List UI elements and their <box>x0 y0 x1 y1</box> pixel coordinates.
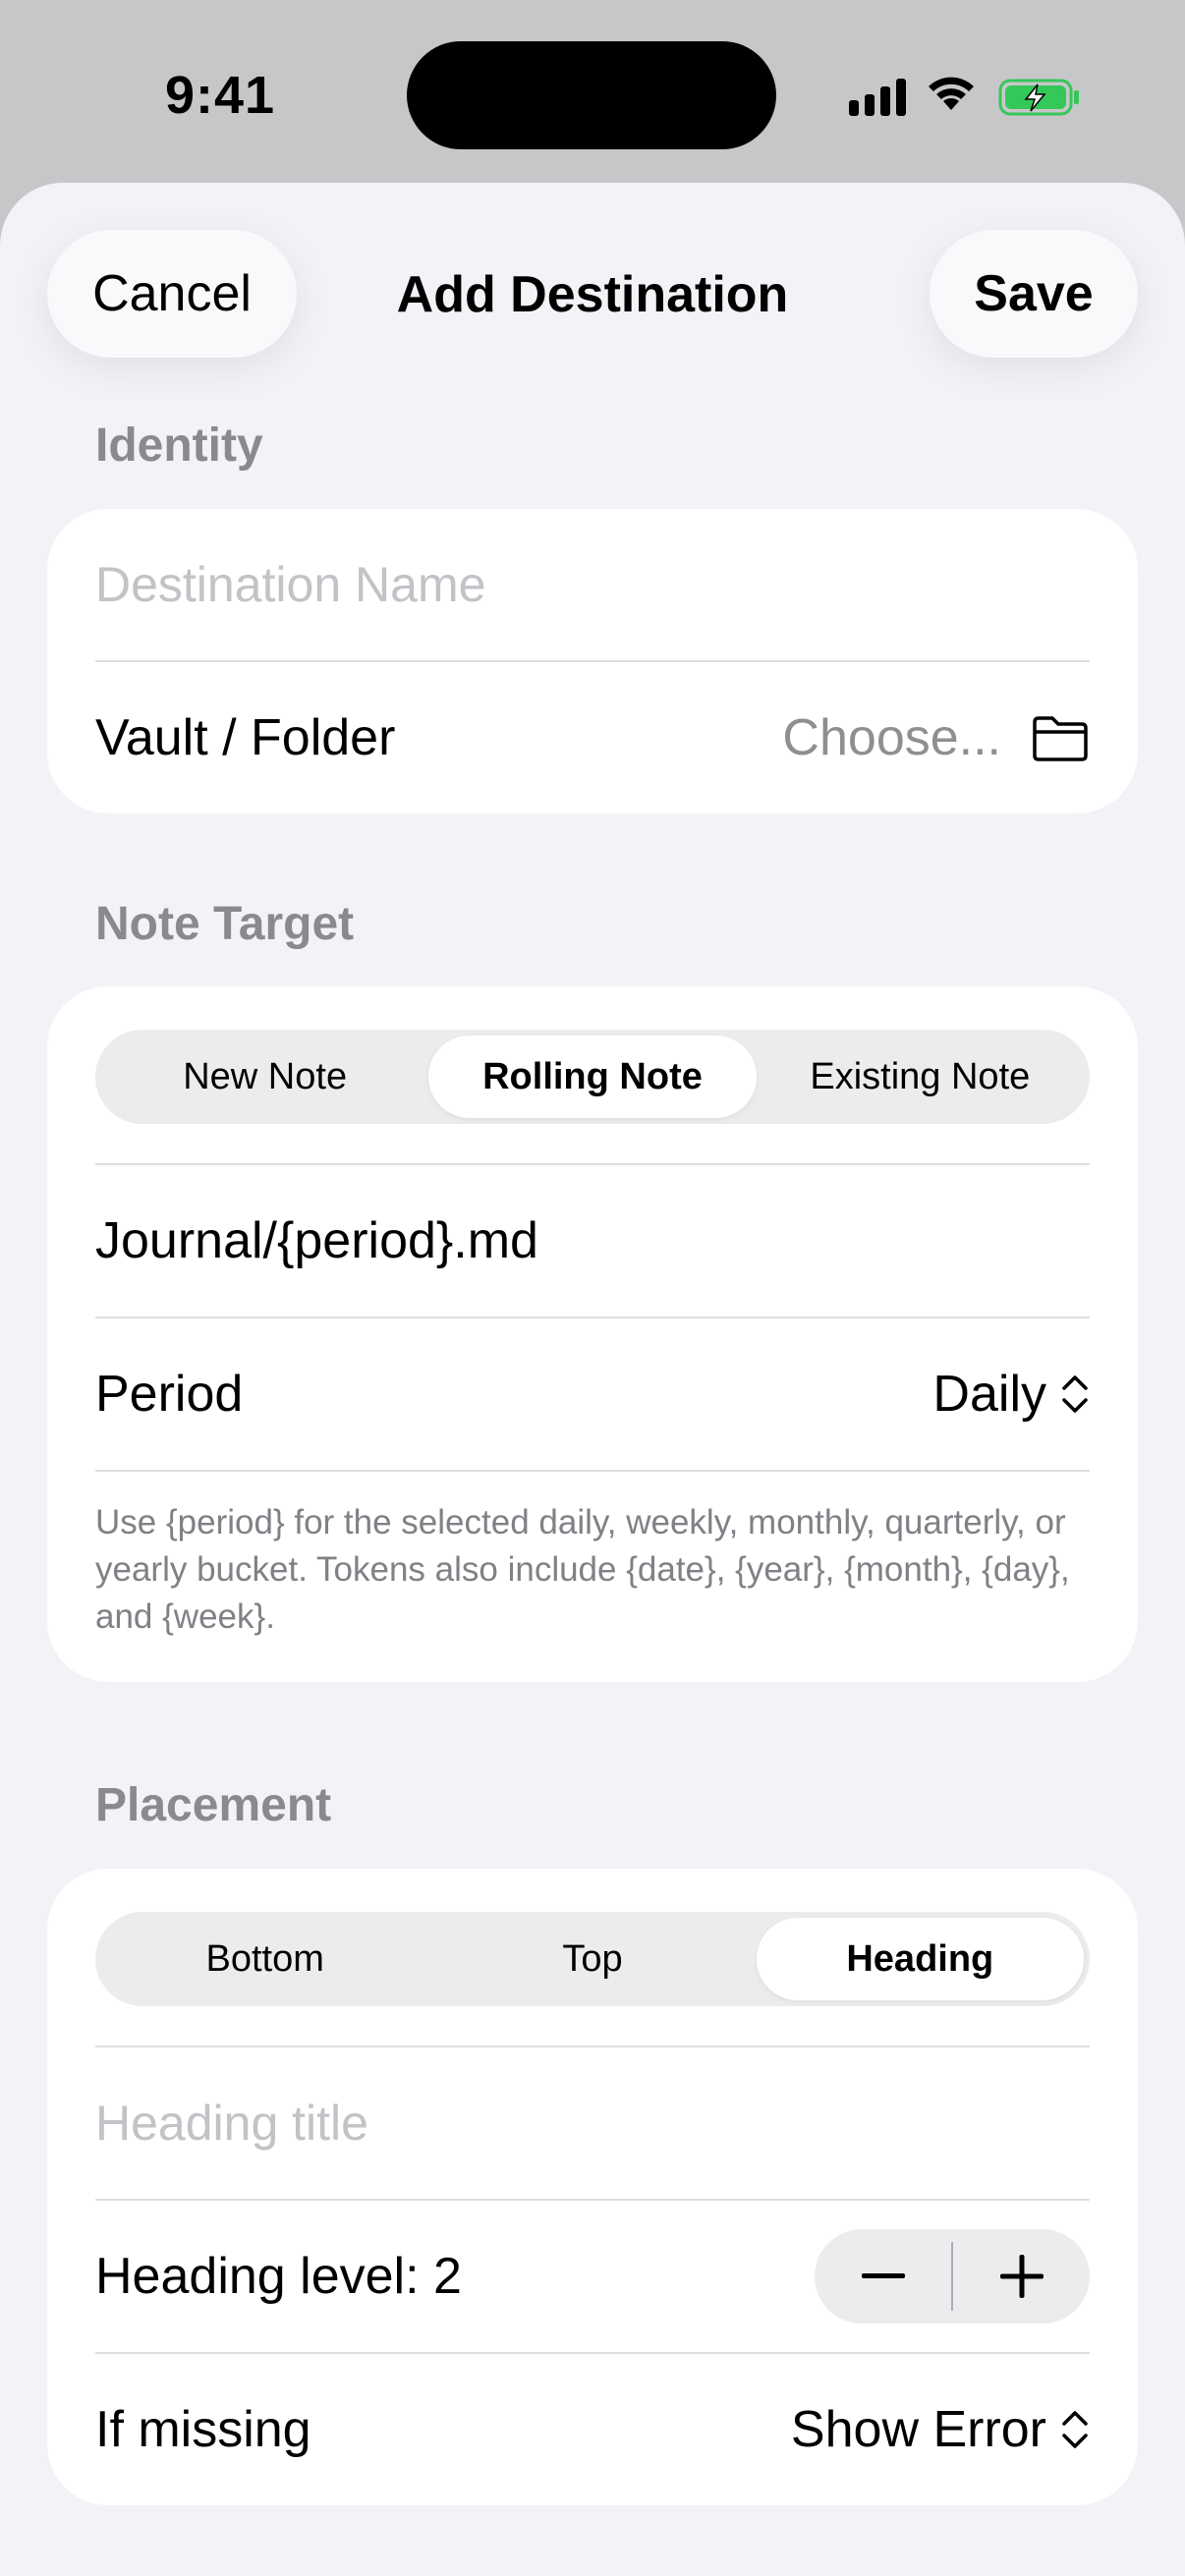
add-destination-sheet: Cancel Add Destination Save Identity Des… <box>0 183 1185 2576</box>
period-picker-row[interactable]: Period Daily <box>95 1318 1090 1470</box>
section-header-note-target: Note Target <box>95 898 355 950</box>
heading-level-stepper <box>815 2229 1090 2324</box>
note-path-value: Journal/{period}.md <box>95 1212 538 1269</box>
chevron-up-down-icon <box>1062 1375 1088 1413</box>
wifi-icon <box>929 77 974 110</box>
if-missing-value: Show Error <box>790 2401 1046 2458</box>
heading-title-field[interactable]: Heading title <box>95 2047 1090 2199</box>
if-missing-picker-row[interactable]: If missing Show Error <box>95 2354 1090 2505</box>
minus-icon <box>861 2273 905 2278</box>
segment-rolling-note[interactable]: Rolling Note <box>428 1036 757 1118</box>
section-header-identity: Identity <box>95 420 263 472</box>
vault-folder-value: Choose... <box>782 709 1001 766</box>
note-path-field[interactable]: Journal/{period}.md <box>95 1165 1090 1316</box>
section-header-placement: Placement <box>95 1779 332 1831</box>
cellular-signal-icon <box>849 77 908 116</box>
segment-existing-note[interactable]: Existing Note <box>757 1036 1084 1118</box>
segment-bottom[interactable]: Bottom <box>101 1918 428 2000</box>
identity-card: Destination Name Vault / Folder Choose..… <box>47 509 1138 813</box>
destination-name-placeholder: Destination Name <box>95 557 486 612</box>
save-button[interactable]: Save <box>930 230 1138 358</box>
plus-icon <box>999 2255 1044 2298</box>
heading-level-label: Heading level: 2 <box>95 2248 462 2305</box>
segment-top[interactable]: Top <box>428 1918 756 2000</box>
segment-heading[interactable]: Heading <box>756 1918 1084 2000</box>
vault-folder-row[interactable]: Vault / Folder Choose... <box>95 662 1090 813</box>
dynamic-island <box>407 41 776 149</box>
heading-title-placeholder: Heading title <box>95 2096 368 2151</box>
status-time: 9:41 <box>165 66 276 125</box>
period-label: Period <box>95 1366 244 1423</box>
segment-new-note[interactable]: New Note <box>101 1036 428 1118</box>
decrement-button[interactable] <box>815 2229 951 2324</box>
chevron-up-down-icon <box>1062 2411 1088 2448</box>
note-target-card: New Note Rolling Note Existing Note Jour… <box>47 986 1138 1682</box>
folder-icon[interactable] <box>1031 714 1090 761</box>
increment-button[interactable] <box>953 2229 1090 2324</box>
period-value: Daily <box>932 1366 1046 1423</box>
battery-charging-icon <box>998 79 1079 116</box>
destination-name-field[interactable]: Destination Name <box>95 509 1090 660</box>
if-missing-label: If missing <box>95 2401 311 2458</box>
vault-folder-label: Vault / Folder <box>95 709 396 766</box>
note-target-footnote: Use {period} for the selected daily, wee… <box>95 1503 1070 1636</box>
placement-segmented-control: Bottom Top Heading <box>95 1912 1090 2006</box>
divider <box>95 1470 1090 1472</box>
status-bar: 9:41 <box>0 0 1185 187</box>
note-type-segmented-control: New Note Rolling Note Existing Note <box>95 1030 1090 1124</box>
placement-card: Bottom Top Heading Heading title Heading… <box>47 1869 1138 2505</box>
